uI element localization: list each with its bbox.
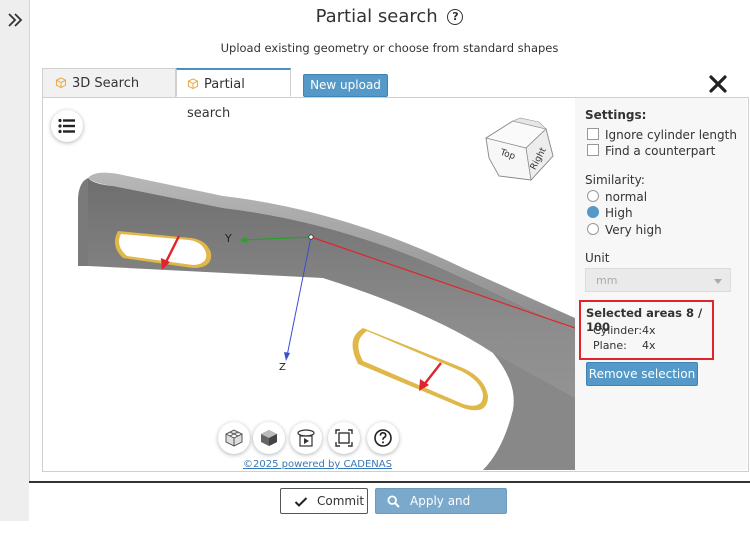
similarity-label: Similarity:: [585, 173, 645, 187]
similarity-radio-normal[interactable]: normal: [587, 190, 647, 204]
settings-heading: Settings:: [585, 108, 647, 122]
unit-select-value: mm: [596, 274, 618, 287]
tab-partial-search[interactable]: Partial search: [176, 68, 291, 121]
list-menu-button[interactable]: [51, 110, 83, 142]
powered-by-link[interactable]: ©2025 powered by CADENAS: [243, 459, 392, 470]
fit-view-icon: [335, 429, 353, 447]
close-icon[interactable]: [708, 74, 728, 94]
wireframe-cube-icon: [225, 429, 243, 447]
selected-area-type: Cylinder:: [593, 324, 643, 337]
search-icon: [387, 495, 400, 508]
chevron-down-icon: [714, 279, 722, 284]
radio-button[interactable]: [587, 223, 599, 235]
shaded-cube-icon: [261, 430, 277, 446]
rotate-animation-button[interactable]: [290, 422, 322, 454]
similarity-radio-very-high[interactable]: Very high: [587, 223, 662, 237]
viewer-help-button[interactable]: [367, 422, 399, 454]
list-icon: [58, 118, 75, 134]
selected-area-type: Plane:: [593, 339, 627, 352]
checkbox-box[interactable]: [587, 144, 599, 156]
selected-areas-box: Selected areas 8 / 100 Cylinder: 4x Plan…: [579, 300, 714, 360]
checkbox-box[interactable]: [587, 128, 599, 140]
radio-button[interactable]: [587, 190, 599, 202]
rotate-play-icon: [297, 429, 315, 447]
commit-button[interactable]: Commit: [280, 488, 368, 514]
similarity-radio-high[interactable]: High: [587, 206, 633, 220]
settings-panel: Settings: Ignore cylinder length Find a …: [575, 98, 747, 470]
help-icon: [374, 429, 392, 447]
collapsed-sidebar: [0, 0, 30, 521]
wireframe-view-button[interactable]: [218, 422, 250, 454]
tab-3d-search-label: 3D Search: [72, 76, 140, 91]
new-upload-button[interactable]: New upload: [303, 74, 388, 97]
radio-label: Very high: [605, 223, 662, 237]
page-title-text: Partial search: [315, 6, 438, 27]
check-icon: [294, 497, 308, 507]
page-subtitle: Upload existing geometry or choose from …: [220, 41, 559, 55]
cube-icon: [55, 77, 67, 88]
radio-label: High: [605, 206, 633, 220]
radio-button-selected[interactable]: [587, 206, 599, 218]
expand-sidebar-icon[interactable]: [7, 10, 23, 30]
apply-and-search-button[interactable]: Apply and search: [375, 488, 507, 532]
find-counterpart-checkbox[interactable]: Find a counterpart: [587, 144, 715, 158]
checkbox-label: Find a counterpart: [605, 144, 716, 158]
page-title: Partial search ?: [29, 6, 750, 27]
3d-part-model[interactable]: [43, 98, 575, 470]
tab-3d-search[interactable]: 3D Search: [42, 68, 176, 97]
remove-selection-button[interactable]: Remove selection: [586, 362, 698, 386]
radio-label: normal: [605, 190, 648, 204]
commit-label: Commit: [317, 494, 365, 508]
unit-label: Unit: [585, 251, 610, 265]
checkbox-label: Ignore cylinder length: [605, 128, 737, 142]
unit-select[interactable]: mm: [585, 268, 731, 292]
apply-and-search-label: Apply and search: [410, 494, 471, 532]
selected-area-count: 4x: [642, 324, 656, 337]
help-icon[interactable]: ?: [447, 9, 464, 25]
fit-view-button[interactable]: [328, 422, 360, 454]
axis-label-z: Z: [279, 362, 286, 373]
axis-label-y: Y: [225, 232, 232, 245]
selected-area-count: 4x: [642, 339, 656, 352]
cube-icon: [187, 78, 199, 89]
3d-viewer[interactable]: Y Z Top Right ©2025 powered by CADENAS: [43, 98, 575, 470]
shaded-view-button[interactable]: [253, 422, 285, 454]
ignore-cylinder-length-checkbox[interactable]: Ignore cylinder length: [587, 128, 737, 142]
